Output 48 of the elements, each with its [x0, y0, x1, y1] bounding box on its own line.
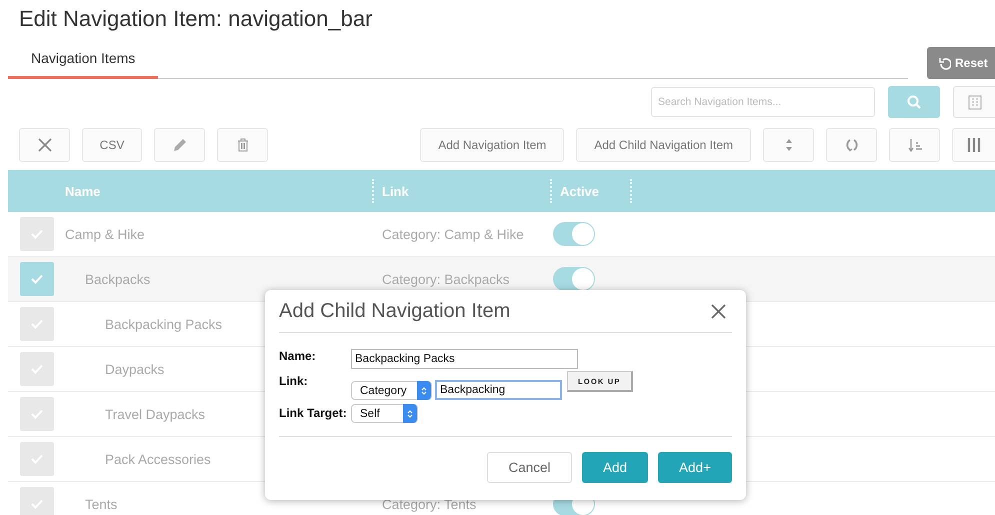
csv-button[interactable]: CSV — [82, 128, 142, 162]
item-name: Backpacks — [85, 272, 150, 286]
link-target-dropdown[interactable]: Self — [351, 404, 418, 423]
close-icon — [710, 303, 727, 320]
chevron-icon — [406, 408, 414, 418]
dialog-button[interactable]: Add — [582, 452, 648, 483]
sort-button[interactable] — [763, 128, 814, 162]
field-label: Link: — [279, 373, 309, 390]
tab[interactable]: Navigation Items — [8, 50, 158, 79]
search-field[interactable]: Search Navigation Items... — [651, 87, 875, 117]
search-icon — [906, 94, 922, 110]
close-button[interactable] — [710, 303, 727, 320]
name-field[interactable]: Backpacking Packs — [351, 349, 578, 369]
item-name: Travel Daypacks — [105, 406, 206, 422]
refresh-icon — [844, 137, 860, 153]
calendar-icon — [966, 94, 982, 110]
item-name: Daypacks — [105, 362, 164, 376]
item-name: Pack Accessories — [105, 452, 211, 466]
link-type-dropdown[interactable]: Category — [351, 381, 432, 400]
chevron-icon — [420, 386, 428, 396]
add-item-button[interactable]: Add Navigation Item — [420, 128, 564, 162]
columns-button[interactable] — [952, 128, 995, 162]
add-child-button[interactable]: Add Child Navigation Item — [576, 128, 751, 162]
refresh-button[interactable] — [826, 128, 877, 162]
item-name: Camp & Hike — [65, 226, 145, 242]
active-toggle[interactable] — [553, 267, 595, 291]
reset-icon — [937, 56, 951, 70]
columns-icon — [966, 136, 982, 154]
delete-button[interactable] — [217, 128, 268, 162]
dialog-button[interactable]: Add+ — [658, 452, 732, 483]
close-icon — [36, 136, 54, 154]
item-name: Tents — [85, 496, 118, 512]
active-toggle[interactable] — [553, 222, 595, 246]
field-label: Link Target: — [279, 405, 348, 422]
order-button[interactable] — [889, 128, 940, 162]
item-name: Backpacking Packs — [105, 316, 222, 332]
link-field[interactable]: Backpacking — [435, 380, 562, 400]
sort-list-icon — [906, 137, 922, 153]
edit-button[interactable] — [154, 128, 205, 162]
dialog-button[interactable]: Cancel — [487, 452, 572, 483]
clear-button[interactable] — [19, 128, 70, 162]
reset-button[interactable]: Reset — [927, 47, 995, 79]
search-button[interactable] — [888, 86, 940, 118]
row-checkbox[interactable] — [20, 262, 54, 296]
page-title: Edit Navigation Item: navigation_bar — [18, 5, 374, 33]
field-label: Name: — [279, 349, 317, 365]
dialog-title: Add Child Navigation Item — [279, 300, 510, 323]
calendar-button[interactable] — [953, 86, 995, 118]
